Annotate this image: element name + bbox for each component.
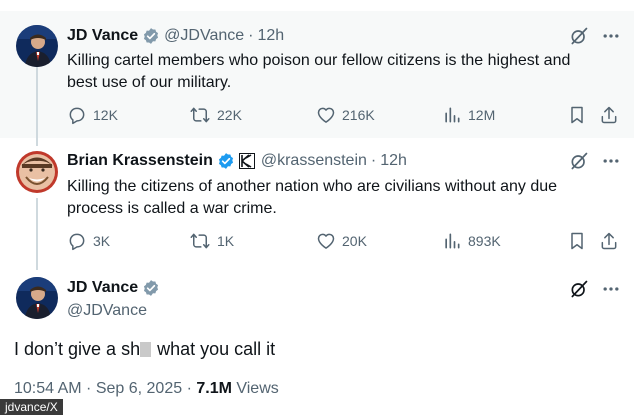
views-count: 12M [468,107,496,123]
separator-dot: · [248,27,254,44]
tweet-1-text: Killing cartel members who poison our fe… [67,50,570,94]
repost-count: 22K [217,107,242,123]
bookmark-button[interactable] [567,105,587,125]
like-count: 20K [342,233,367,249]
repost-icon [189,231,211,251]
reply-icon [67,105,87,125]
reply-icon [67,231,87,251]
more-icon[interactable] [601,279,621,299]
tweet-1-text-line-2: best use of our military. [67,74,232,91]
views-button[interactable]: 893K [442,231,501,251]
tweet-time[interactable]: 12h [257,27,284,45]
avatar-jdvance-1[interactable] [16,25,58,67]
grok-icon[interactable] [569,151,589,171]
more-icon[interactable] [601,151,621,171]
verified-badge-icon [142,27,160,45]
main-tweet-meta: 10:54 AM · Sep 6, 2025 · 7.1M Views [14,380,279,398]
author-name[interactable]: JD Vance [67,27,138,45]
tweet-2-text-line-2: process is called a war crime. [67,200,277,217]
grok-icon[interactable] [569,26,589,46]
thread-line-2 [36,198,38,270]
reply-button[interactable]: 12K [67,105,118,125]
tweet-1-top-actions [569,26,621,46]
tweet-2-text-line-1: Killing the citizens of another nation w… [67,178,558,195]
main-tweet-author: JD Vance [67,279,164,297]
main-tweet-views-label: Views [231,380,279,397]
tweet-2-actions: 3K 1K 20K 893K [67,231,622,255]
image-credit: jdvance/X [0,399,63,415]
share-icon [599,231,619,251]
main-tweet-text: I don’t give a sh what you call it [14,339,275,360]
share-button[interactable] [599,105,619,125]
tweet-2-header: Brian Krassenstein @krassenstein · 12h [67,152,407,170]
like-icon [316,231,336,251]
censor-block [140,342,152,357]
author-name[interactable]: Brian Krassenstein [67,152,213,170]
reply-count: 3K [93,233,111,249]
main-tweet-text-start: I don’t give a sh [14,339,141,359]
repost-icon [189,105,211,125]
main-tweet-views-count: 7.1M [196,380,232,397]
tweet-1-text-line-1: Killing cartel members who poison our fe… [67,52,571,69]
affiliate-k-icon[interactable] [238,153,255,169]
main-tweet-top-actions [569,279,621,299]
like-count: 216K [342,107,375,123]
like-icon [316,105,336,125]
main-tweet-timestamp[interactable]: 10:54 AM · Sep 6, 2025 · [14,380,196,397]
tweet-time[interactable]: 12h [380,152,407,170]
tweet-2-text: Killing the citizens of another nation w… [67,176,557,220]
more-icon[interactable] [601,26,621,46]
views-count: 893K [468,233,501,249]
author-handle[interactable]: @JDVance [164,27,244,45]
repost-button[interactable]: 1K [189,231,234,251]
views-button[interactable]: 12M [442,105,495,125]
bookmark-icon [567,231,587,251]
views-icon [442,105,462,125]
repost-button[interactable]: 22K [189,105,242,125]
like-button[interactable]: 20K [316,231,367,251]
tweet-2-top-actions [569,151,621,171]
tweet-1-actions: 12K 22K 216K 12M [67,105,622,129]
author-name[interactable]: JD Vance [67,279,138,297]
views-icon [442,231,462,251]
reply-button[interactable]: 3K [67,231,110,251]
verified-badge-icon [217,152,235,170]
reply-count: 12K [93,107,118,123]
share-button[interactable] [599,231,619,251]
repost-count: 1K [217,233,235,249]
share-icon [599,105,619,125]
thread-line-1 [36,66,38,146]
tweet-1-header: JD Vance @JDVance · 12h [67,27,284,45]
avatar-jdvance-2[interactable] [16,277,58,319]
avatar-krassenstein[interactable] [16,151,58,193]
like-button[interactable]: 216K [316,105,375,125]
grok-icon[interactable] [569,279,589,299]
bookmark-button[interactable] [567,231,587,251]
author-handle[interactable]: @JDVance [67,302,147,320]
separator-dot: · [370,152,377,169]
bookmark-icon [567,105,587,125]
verified-badge-icon [142,279,160,297]
main-tweet-text-end: what you call it [152,339,276,359]
author-handle[interactable]: @krassenstein [261,152,367,170]
